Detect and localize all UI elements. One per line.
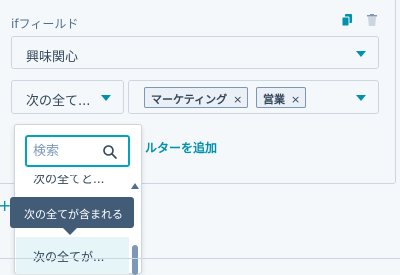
dropdown-option-label: 次の全てと... xyxy=(33,175,105,186)
operator-select-value: 次の全て... xyxy=(26,94,91,109)
operator-select[interactable]: 次の全て... xyxy=(11,80,124,114)
remove-tag-icon[interactable]: × xyxy=(291,93,300,106)
add-filter-link[interactable]: ルターを追加 xyxy=(145,139,217,156)
search-icon xyxy=(103,145,117,159)
value-tag-label: マーケティング xyxy=(151,93,228,106)
values-select[interactable]: マーケティング × 営業 × xyxy=(128,80,379,114)
value-tag: マーケティング × xyxy=(144,87,249,108)
scrollbar-thumb[interactable] xyxy=(132,245,138,275)
tooltip: 次の全てが含まれる xyxy=(10,197,134,228)
caret-down-icon xyxy=(101,95,111,101)
caret-down-icon xyxy=(356,95,366,101)
value-tag-label: 営業 xyxy=(263,93,285,106)
dropdown-option[interactable]: 次の全てと... xyxy=(33,175,123,189)
search-input[interactable] xyxy=(33,142,103,160)
divider xyxy=(0,258,400,259)
trash-icon[interactable] xyxy=(367,14,377,26)
remove-tag-icon[interactable]: × xyxy=(233,93,242,106)
copy-icon[interactable] xyxy=(342,14,352,26)
field-label: ifフィールド xyxy=(11,17,79,31)
tooltip-arrow xyxy=(63,228,77,235)
dropdown-option-selected[interactable]: 次の全てが... xyxy=(16,237,129,274)
scroll-up-icon[interactable] xyxy=(131,183,139,189)
dropdown-search-box[interactable] xyxy=(25,135,130,167)
dropdown-option-label: 次の全てが... xyxy=(33,250,105,264)
caret-down-icon xyxy=(356,51,366,57)
property-select[interactable]: 興味関心 xyxy=(11,36,379,69)
value-tag: 営業 × xyxy=(256,87,307,108)
property-select-value: 興味関心 xyxy=(26,50,79,65)
